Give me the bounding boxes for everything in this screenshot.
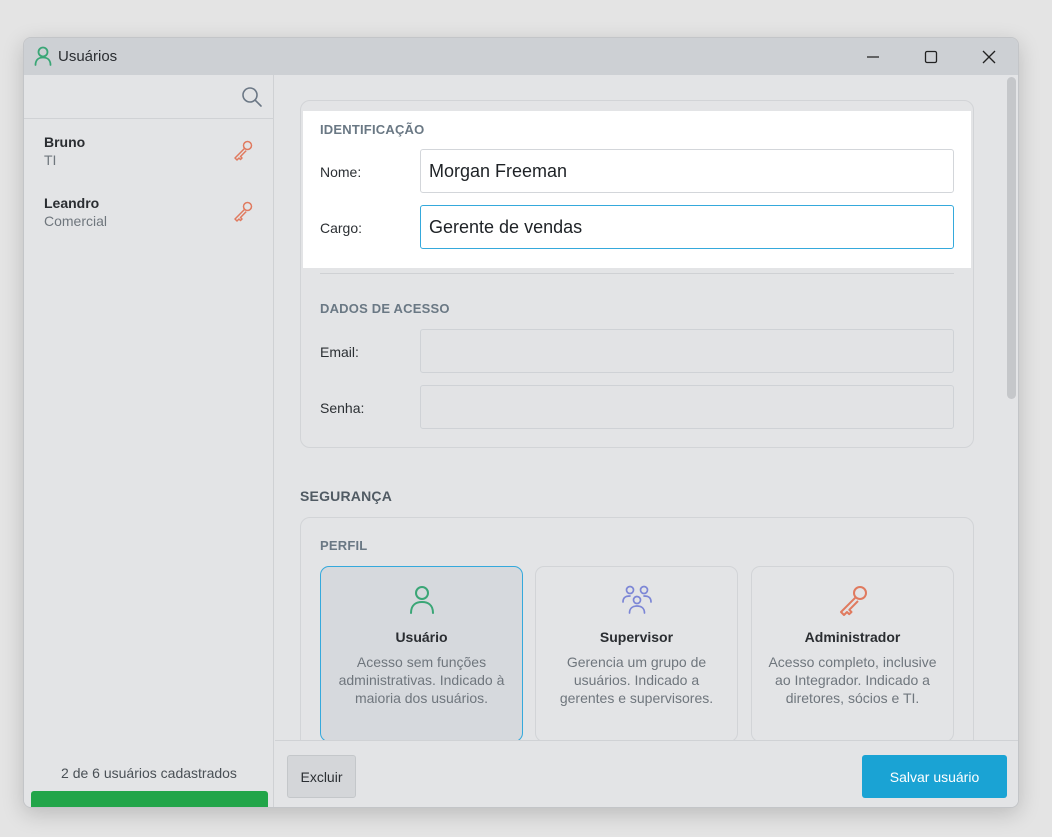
profile-description: Acesso completo, inclusive ao Integrador…	[768, 654, 937, 706]
scrollbar[interactable]	[1007, 77, 1016, 737]
profile-name: Usuário	[395, 629, 448, 645]
user-icon	[34, 46, 52, 66]
maximize-button[interactable]	[902, 38, 960, 75]
user-list-item[interactable]: Leandro Comercial	[24, 188, 274, 240]
maximize-icon	[924, 50, 938, 63]
email-label: Email:	[320, 344, 359, 360]
save-user-button[interactable]: Salvar usuário	[862, 755, 1007, 798]
profile-option-supervisor[interactable]: Supervisor Gerencia um grupo de usuários…	[535, 566, 738, 740]
sidebar: Bruno TI Leandro Comercial 2 de 6 usuári…	[24, 75, 274, 807]
name-label: Nome:	[320, 164, 362, 180]
key-icon	[234, 140, 253, 161]
key-icon	[234, 201, 253, 222]
user-name: Leandro	[44, 195, 100, 211]
users-group-icon	[622, 585, 652, 614]
close-button[interactable]	[960, 38, 1018, 75]
main-panel: IDENTIFICAÇÃO Nome: Morgan Freeman Cargo…	[275, 75, 1018, 740]
password-label: Senha:	[320, 400, 365, 416]
role-label: Cargo:	[320, 220, 363, 236]
profile-description: Gerencia um grupo de usuários. Indicado …	[559, 654, 714, 706]
search-icon[interactable]	[241, 86, 263, 108]
section-title: DADOS DE ACESSO	[320, 301, 450, 316]
user-icon	[410, 586, 434, 614]
window-title: Usuários	[58, 48, 118, 65]
identification-card: IDENTIFICAÇÃO Nome: Morgan Freeman Cargo…	[300, 100, 974, 448]
security-card: PERFIL Usuário Acesso sem funções admini…	[300, 517, 974, 740]
identification-section: IDENTIFICAÇÃO Nome: Morgan Freeman Cargo…	[303, 111, 971, 268]
minimize-icon	[867, 55, 879, 58]
minimize-button[interactable]	[844, 38, 902, 75]
user-role: Comercial	[44, 213, 108, 229]
user-role: TI	[44, 152, 57, 168]
key-icon	[840, 586, 867, 616]
scrollbar-thumb[interactable]	[1007, 77, 1016, 399]
user-list-item[interactable]: Bruno TI	[24, 127, 274, 179]
profile-option-administrador[interactable]: Administrador Acesso completo, inclusive…	[751, 566, 954, 740]
delete-button[interactable]: Excluir	[287, 755, 356, 798]
security-title: SEGURANÇA	[300, 488, 393, 504]
profile-description: Acesso sem funções administrativas. Indi…	[338, 654, 505, 706]
user-name: Bruno	[44, 134, 86, 150]
user-count: 2 de 6 usuários cadastrados	[61, 765, 237, 781]
role-field[interactable]: Gerente de vendas	[420, 205, 954, 249]
divider	[320, 273, 954, 274]
section-title: IDENTIFICAÇÃO	[320, 122, 425, 137]
profile-name: Supervisor	[599, 629, 674, 645]
profile-name: Administrador	[804, 629, 901, 645]
title-bar: Usuários	[24, 38, 1018, 75]
name-field[interactable]: Morgan Freeman	[420, 149, 954, 193]
add-user-button[interactable]: Adicionar usuário	[31, 791, 268, 807]
search-bar	[24, 75, 274, 119]
profile-option-usuario[interactable]: Usuário Acesso sem funções administrativ…	[320, 566, 523, 740]
close-icon	[982, 50, 996, 63]
users-window: Usuários Bruno TI Leandro Comercial 2 de…	[23, 37, 1019, 808]
email-field[interactable]	[420, 329, 954, 373]
profile-label: PERFIL	[320, 538, 368, 553]
password-field[interactable]	[420, 385, 954, 429]
footer-bar: Excluir Salvar usuário	[275, 740, 1018, 807]
